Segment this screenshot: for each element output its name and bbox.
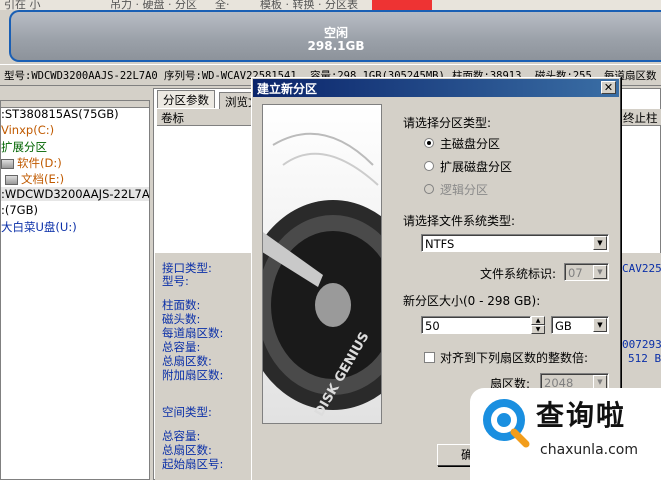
dialog-title: 建立新分区 — [257, 82, 318, 96]
radio-logical-label[interactable]: 逻辑分区 — [440, 181, 488, 198]
tree-item-disk1[interactable]: :WDCWD3200AAJS-22L7A0( — [1, 187, 150, 201]
chevron-down-icon[interactable]: ▼ — [593, 236, 607, 250]
disk-space-size: 298.1GB — [307, 39, 365, 53]
toolbar-fragment: 引在 小 — [4, 0, 41, 10]
close-button[interactable]: ✕ — [601, 81, 616, 94]
field-space-type: 空间类型: — [162, 405, 212, 419]
close-icon: ✕ — [603, 81, 614, 94]
chevron-down-icon[interactable]: ▼ — [593, 265, 607, 279]
search-icon — [483, 399, 530, 448]
radio-primary[interactable] — [424, 138, 434, 148]
field-model: 型号: — [162, 274, 189, 288]
size-unit-value: GB — [555, 319, 572, 333]
top-toolbar-strip: 引在 小 吊力 · 硬盘 · 分区 全· 模板 · 转换 · 分区表 — [0, 0, 661, 10]
chevron-down-icon[interactable]: ▼ — [593, 375, 607, 389]
fs-type-label: 请选择文件系统类型: — [403, 214, 516, 228]
disk-space-bar[interactable]: 空闲 298.1GB — [9, 10, 661, 62]
col-end-header: 终止柱 — [618, 109, 661, 125]
value-interface: CAV2258 — [622, 262, 661, 275]
tree-item-label: 大白菜U盘(U:) — [1, 220, 77, 234]
size-value: 50 — [425, 319, 440, 333]
tree-item-usb-disk[interactable]: :(7GB) — [1, 203, 38, 217]
value-total-sectors: 0072938 — [622, 338, 661, 351]
fs-id-value: 07 — [568, 266, 583, 280]
toolbar-fragment: 全· — [215, 0, 230, 10]
fs-type-value: NTFS — [425, 237, 455, 251]
align-label[interactable]: 对齐到下列扇区数的整数倍: — [440, 349, 588, 366]
radio-primary-label[interactable]: 主磁盘分区 — [440, 135, 500, 152]
field-start-sector: 起始扇区号: — [162, 457, 224, 471]
tree-item-c-drive[interactable]: Vinxp(C:) — [1, 123, 54, 137]
disk-tree[interactable]: :ST380815AS(75GB) Vinxp(C:) 扩展分区 软件(D:) … — [0, 100, 150, 480]
toolbar-fragment: 模板 · 转换 · 分区表 — [260, 0, 358, 10]
col-end-label: 终止柱 — [623, 111, 658, 125]
tree-item-d-drive[interactable]: 软件(D:) — [1, 155, 62, 171]
hard-disk-image: DISK GENIUS — [262, 104, 382, 424]
value-sector-size: 512 By — [628, 352, 661, 365]
chevron-down-icon[interactable]: ▼ — [531, 325, 545, 334]
tree-item-label: :ST380815AS(75GB) — [1, 107, 119, 121]
chevron-down-icon[interactable]: ▼ — [593, 318, 607, 332]
partition-type-label: 请选择分区类型: — [403, 116, 492, 130]
watermark-text: 查询啦 — [536, 399, 627, 432]
tree-item-extended[interactable]: 扩展分区 — [1, 139, 47, 155]
tree-item-label: 扩展分区 — [1, 140, 47, 154]
tree-item-disk0[interactable]: :ST380815AS(75GB) — [1, 107, 119, 121]
size-input[interactable]: 50 — [421, 316, 531, 334]
watermark-url: chaxunla.com — [540, 442, 638, 458]
toolbar-red-mark — [372, 0, 432, 10]
field-extra-sectors: 附加扇区数: — [162, 368, 224, 382]
tree-item-label: :(7GB) — [1, 203, 38, 217]
hard-disk-icon: DISK GENIUS — [263, 132, 381, 419]
watermark-logo: 查询啦 chaxunla.com — [470, 388, 661, 480]
size-unit-select[interactable]: GB ▼ — [551, 316, 609, 334]
size-stepper[interactable]: ▲ ▼ — [531, 316, 545, 334]
tree-item-label: 软件(D:) — [17, 156, 62, 170]
size-label: 新分区大小(0 - 298 GB): — [403, 294, 541, 308]
tree-item-label: Vinxp(C:) — [1, 123, 55, 137]
partition-icon — [1, 158, 14, 169]
tree-item-label: :WDCWD3200AAJS-22L7A0( — [1, 187, 150, 201]
disk-model: 型号:WDCWD3200AAJS-22L7A0 — [4, 70, 158, 82]
radio-extended-label[interactable]: 扩展磁盘分区 — [440, 158, 512, 175]
tab-partition-params[interactable]: 分区参数 — [157, 90, 215, 108]
radio-extended[interactable] — [424, 161, 434, 171]
dialog-titlebar[interactable]: 建立新分区 — [253, 79, 619, 97]
tree-item-e-drive[interactable]: 文档(E:) — [5, 171, 64, 187]
align-checkbox[interactable] — [424, 352, 435, 363]
toolbar-fragment: 吊力 · 硬盘 · 分区 — [110, 0, 197, 10]
tree-item-u-drive[interactable]: 大白菜U盘(U:) — [1, 219, 77, 235]
fs-id-label: 文件系统标识: — [480, 267, 557, 281]
tree-item-label: 文档(E:) — [21, 172, 65, 186]
fs-type-select[interactable]: NTFS ▼ — [421, 234, 609, 252]
partition-icon — [5, 174, 18, 185]
chevron-up-icon[interactable]: ▲ — [531, 316, 545, 325]
col-volume-label: 卷标 — [161, 111, 184, 125]
fs-id-select[interactable]: 07 ▼ — [564, 263, 609, 281]
radio-logical[interactable] — [424, 184, 434, 194]
